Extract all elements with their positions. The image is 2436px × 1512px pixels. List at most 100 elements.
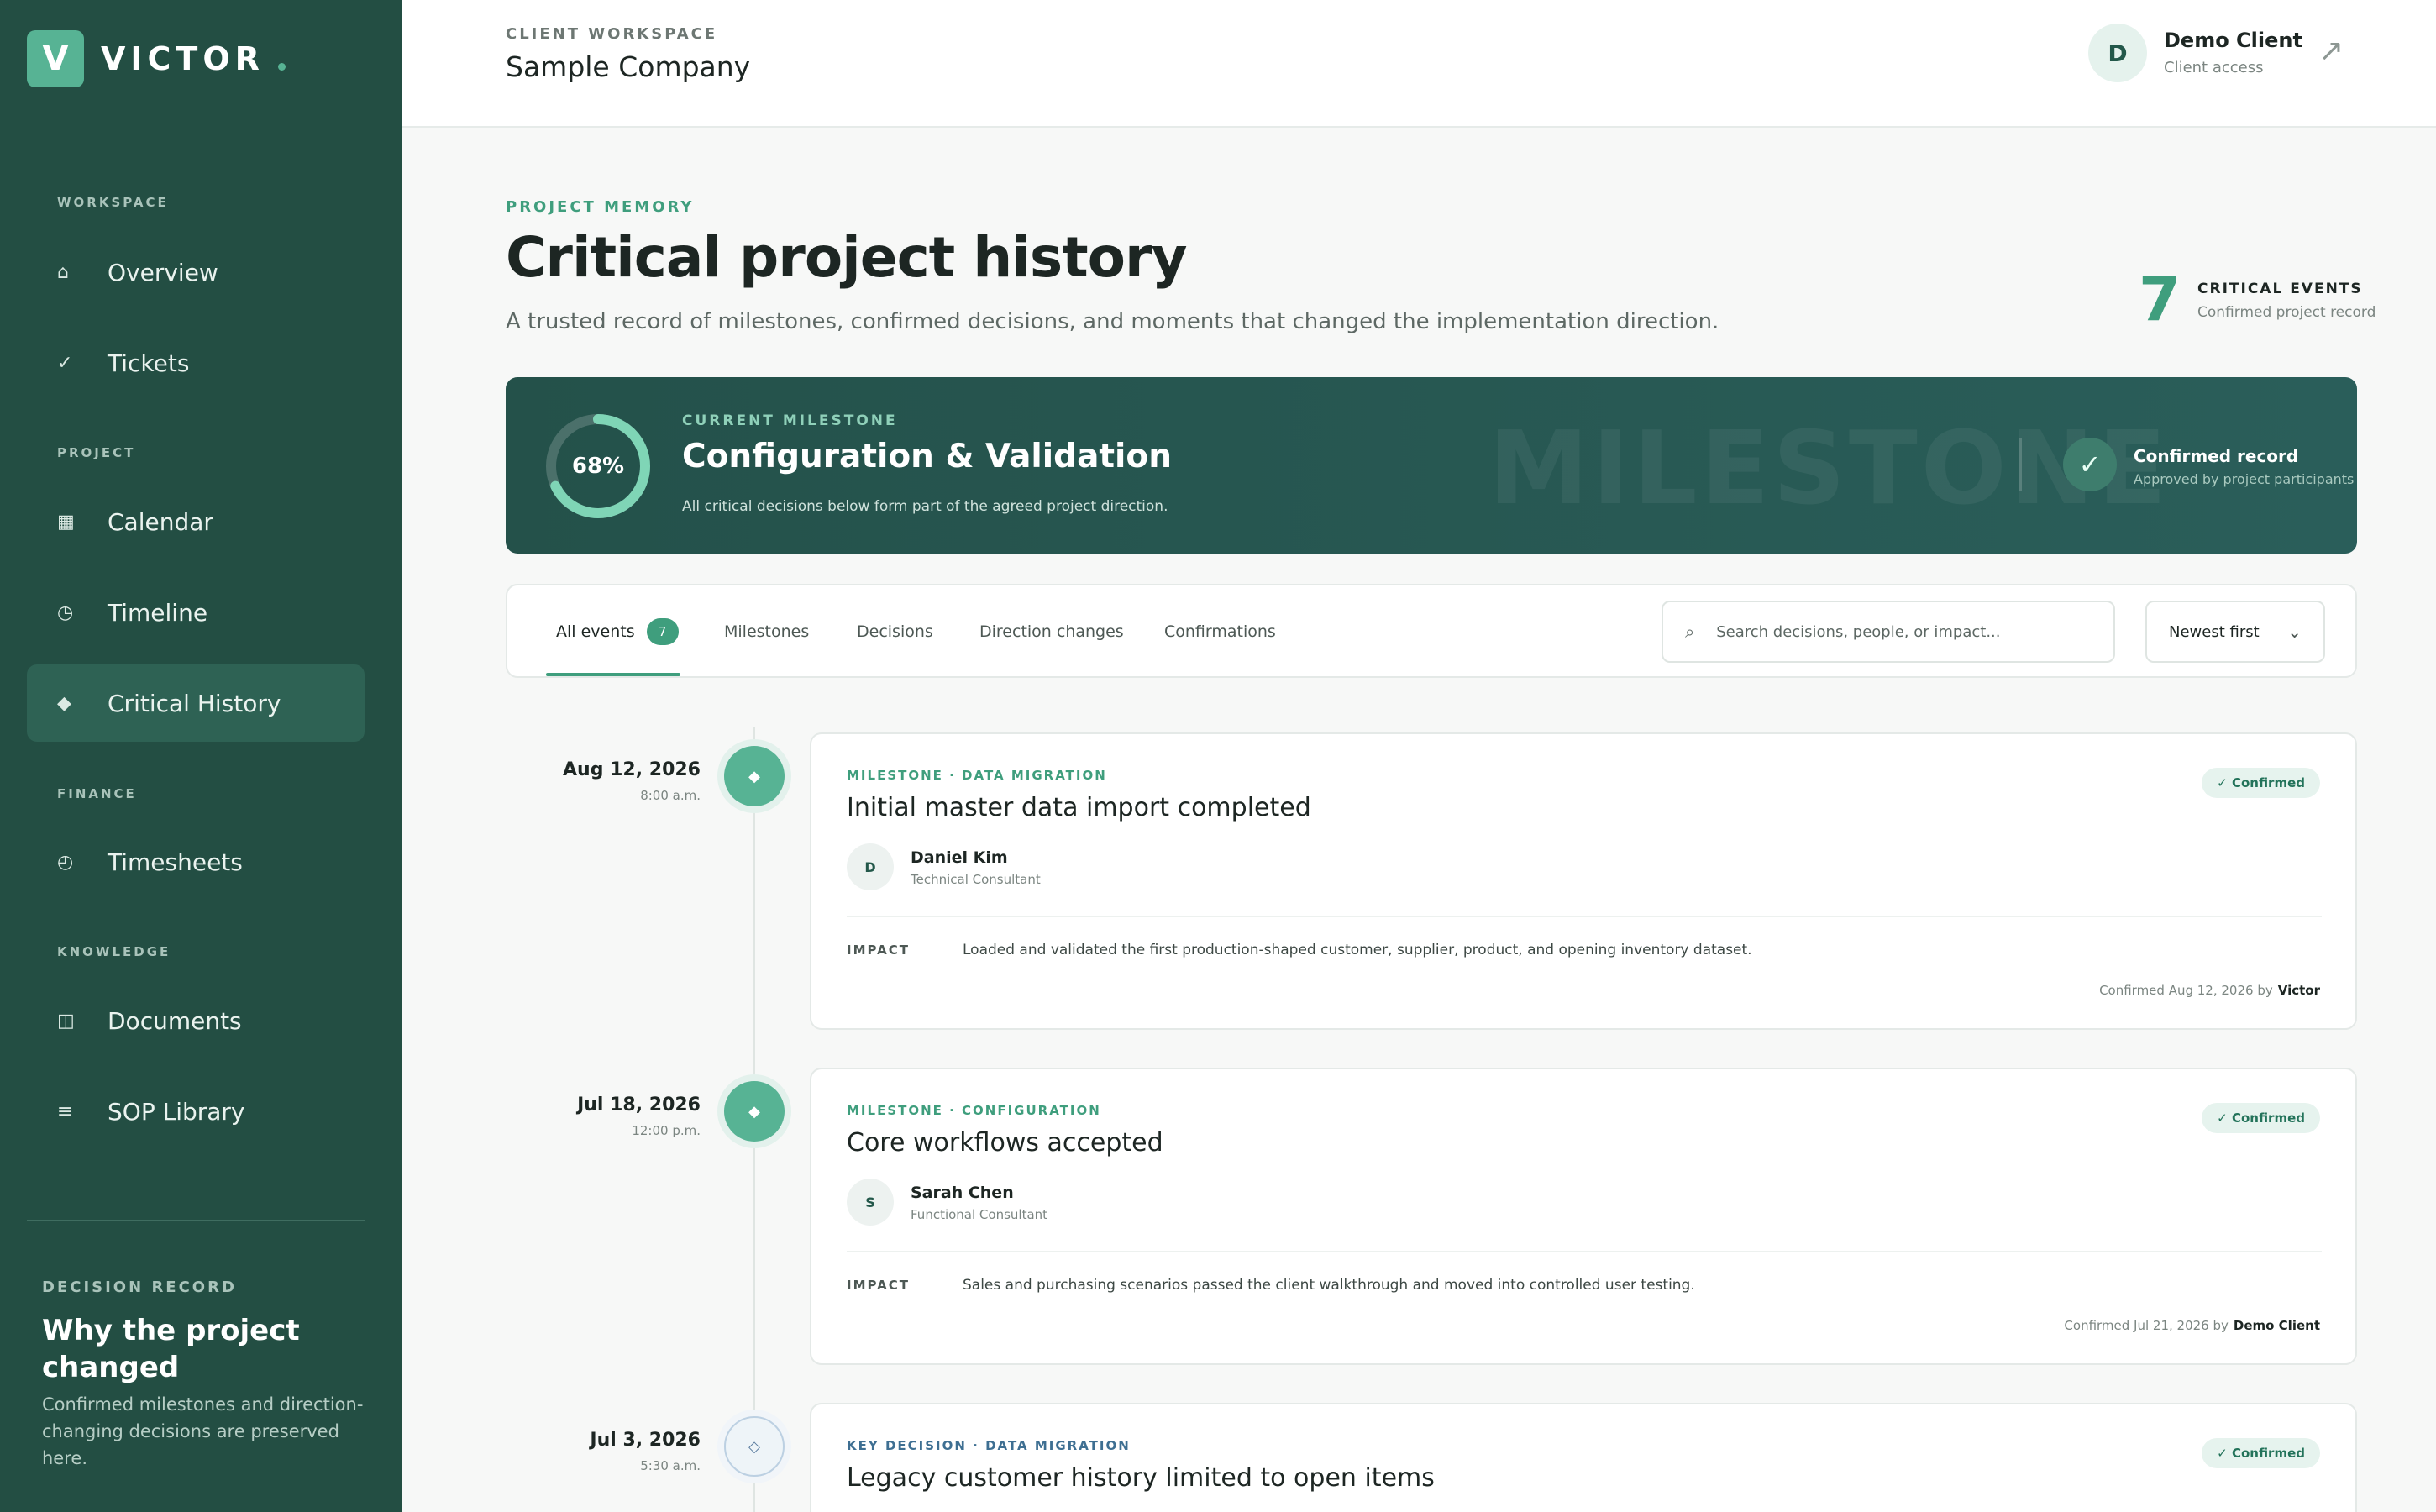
event-time: 12:00 p.m. (632, 1123, 701, 1138)
status-badge: ✓ Confirmed (2202, 768, 2320, 798)
search-box[interactable]: ⌕ (1662, 601, 2115, 663)
confirmation-line: Confirmed Jul 21, 2026 by Demo Client (2064, 1318, 2320, 1333)
sidebar-item-label: Timeline (108, 598, 208, 627)
card-divider (847, 916, 2322, 917)
critical-events-count: 7 (2139, 264, 2181, 334)
sidebar-item-label: Critical History (108, 689, 281, 717)
impact-label: IMPACT (847, 942, 910, 958)
sidebar-item-label: Documents (108, 1006, 242, 1035)
chevron-down-icon: ⌄ (2287, 622, 2302, 642)
sidebar-item-label: SOP Library (108, 1097, 245, 1126)
tab-label: All events (556, 622, 635, 641)
sidebar-item-label: Overview (108, 258, 218, 286)
sidebar-item-timeline[interactable]: ◷ Timeline (27, 574, 365, 651)
sort-select[interactable]: Newest first ⌄ (2145, 601, 2325, 663)
event-title: Initial master data import completed (847, 793, 1311, 822)
milestone-node-icon: ◆ (724, 1081, 785, 1142)
avatar[interactable]: D (2088, 24, 2147, 82)
critical-events-sub: Confirmed project record (2197, 304, 2376, 321)
sidebar-divider (27, 1220, 365, 1221)
impact-text: Sales and purchasing scenarios passed th… (963, 1277, 1695, 1294)
person-name: Sarah Chen (911, 1184, 1014, 1202)
confirmed-by: Victor (2277, 983, 2320, 998)
confirmation-text: Confirmed Aug 12, 2026 by (2099, 983, 2273, 998)
topbar: CLIENT WORKSPACE Sample Company D Demo C… (402, 0, 2436, 128)
status-badge: ✓ Confirmed (2202, 1438, 2320, 1468)
tab-count-badge: 7 (646, 618, 679, 645)
section-finance: FINANCE (57, 786, 137, 801)
tab-milestones[interactable]: Milestones (724, 585, 809, 678)
avatar: D (847, 843, 894, 890)
sidebar-item-label: Tickets (108, 349, 190, 377)
event-card[interactable]: KEY DECISION · DATA MIGRATION Legacy cus… (810, 1403, 2357, 1512)
sidebar-item-calendar[interactable]: ▦ Calendar (27, 483, 365, 560)
workspace-eyebrow: CLIENT WORKSPACE (506, 25, 718, 43)
confirmed-record-title: Confirmed record (2134, 446, 2299, 466)
diamond-icon: ◆ (57, 692, 71, 714)
confirmation-text: Confirmed Jul 21, 2026 by (2064, 1318, 2229, 1333)
section-project: PROJECT (57, 445, 136, 460)
confirmed-record-sub: Approved by project participants (2134, 471, 2355, 487)
confirmed-by: Demo Client (2233, 1318, 2320, 1333)
tab-decisions[interactable]: Decisions (857, 585, 933, 678)
person-role: Functional Consultant (911, 1207, 1048, 1222)
event-title: Legacy customer history limited to open … (847, 1463, 1435, 1493)
logo-dot (277, 62, 286, 71)
home-icon: ⌂ (57, 261, 69, 283)
sidebar-item-documents[interactable]: ◫ Documents (27, 982, 365, 1059)
filter-bar: All events 7 Milestones Decisions Direct… (506, 584, 2357, 678)
book-icon: ◫ (57, 1010, 75, 1032)
event-time: 5:30 a.m. (640, 1458, 701, 1473)
event-category: MILESTONE · DATA MIGRATION (847, 768, 1107, 783)
current-milestone-banner: MILESTONE 68% CURRENT MILESTONE Configur… (506, 377, 2357, 554)
status-badge: ✓ Confirmed (2202, 1103, 2320, 1133)
event-category: MILESTONE · CONFIGURATION (847, 1103, 1101, 1118)
user-name[interactable]: Demo Client (2164, 29, 2302, 52)
section-knowledge: KNOWLEDGE (57, 944, 171, 959)
page-title: Critical project history (506, 225, 1188, 290)
event-title: Core workflows accepted (847, 1128, 1163, 1158)
logo[interactable]: V VICTOR (27, 30, 286, 87)
calendar-icon: ▦ (57, 511, 75, 533)
impact-text: Loaded and validated the first productio… (963, 942, 1752, 958)
sidebar-item-tickets[interactable]: ✓ Tickets (27, 324, 365, 402)
event-card[interactable]: MILESTONE · DATA MIGRATION Initial maste… (810, 732, 2357, 1030)
workspace-name: Sample Company (506, 50, 751, 83)
card-divider (847, 1251, 2322, 1252)
event-time: 8:00 a.m. (640, 788, 701, 803)
sidebar-item-label: Timesheets (108, 848, 243, 876)
confirmation-line: Confirmed Aug 12, 2026 by Victor (2099, 983, 2320, 998)
decision-record-eyebrow: DECISION RECORD (42, 1278, 237, 1296)
avatar: S (847, 1179, 894, 1226)
tab-confirmations[interactable]: Confirmations (1164, 585, 1276, 678)
event-card[interactable]: MILESTONE · CONFIGURATION Core workflows… (810, 1068, 2357, 1365)
check-icon: ✓ (57, 352, 73, 374)
current-milestone-title: Configuration & Validation (682, 438, 1172, 475)
event-date: Jul 3, 2026 (590, 1430, 701, 1451)
logo-text: VICTOR (101, 40, 265, 77)
decision-record-text: Confirmed milestones and direction-chang… (42, 1394, 364, 1468)
progress-percent: 68% (571, 454, 625, 479)
critical-events-label: CRITICAL EVENTS (2197, 281, 2363, 297)
search-input[interactable] (1716, 622, 2087, 641)
event-date: Aug 12, 2026 (563, 759, 701, 780)
tab-all-events[interactable]: All events 7 (556, 585, 679, 678)
sidebar-item-critical-history[interactable]: ◆ Critical History (27, 664, 365, 742)
sidebar: V VICTOR WORKSPACE ⌂ Overview ✓ Tickets … (0, 0, 402, 1512)
user-role: Client access (2164, 59, 2264, 76)
search-icon: ⌕ (1685, 622, 1695, 642)
sidebar-item-timesheets[interactable]: ◴ Timesheets (27, 823, 365, 900)
person-role: Technical Consultant (911, 872, 1041, 887)
decision-record-title: Why the project changed (42, 1314, 300, 1384)
sort-value: Newest first (2169, 622, 2260, 641)
person-name: Daniel Kim (911, 848, 1008, 867)
sidebar-item-sop-library[interactable]: ≡ SOP Library (27, 1073, 365, 1150)
decision-node-icon: ◇ (724, 1416, 785, 1477)
tab-direction-changes[interactable]: Direction changes (979, 585, 1124, 678)
banner-cursor (2019, 438, 2022, 491)
event-category: KEY DECISION · DATA MIGRATION (847, 1438, 1131, 1453)
logo-mark: V (27, 30, 84, 87)
sidebar-item-overview[interactable]: ⌂ Overview (27, 234, 365, 311)
list-icon: ≡ (57, 1100, 73, 1122)
external-link-icon[interactable]: ↗ (2318, 34, 2344, 68)
